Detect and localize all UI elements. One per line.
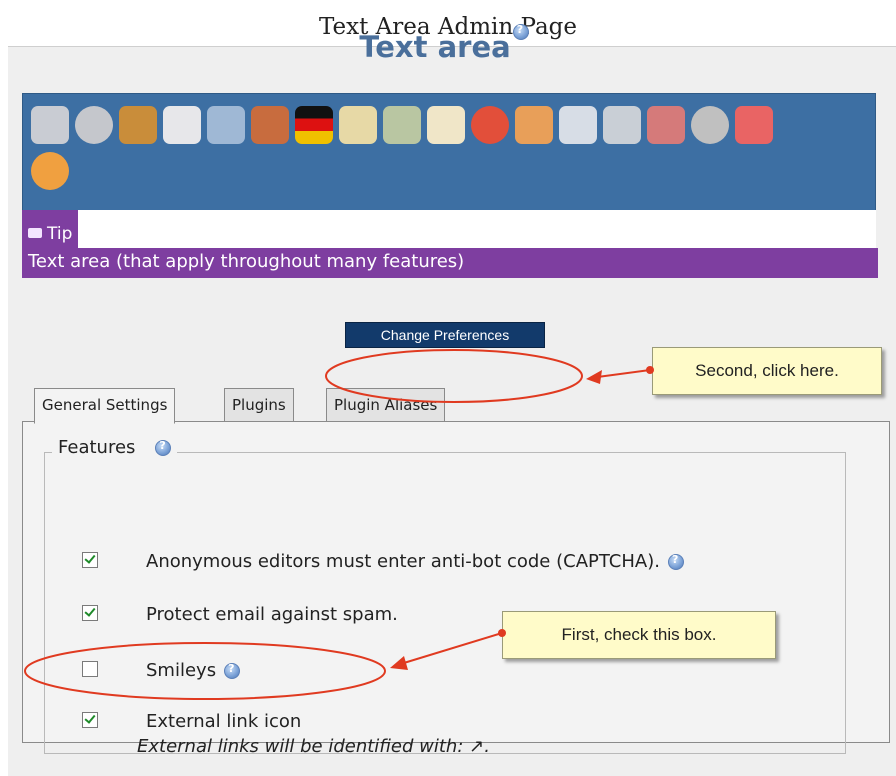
window-icon[interactable] xyxy=(251,106,289,144)
help-icon[interactable] xyxy=(667,553,684,570)
tip-bar: Tip xyxy=(22,210,876,248)
callout-first: First, check this box. xyxy=(502,611,776,659)
help-icon[interactable] xyxy=(155,439,172,456)
tab-general-settings[interactable]: General Settings xyxy=(34,388,176,424)
tip-text: Text area (that apply throughout many fe… xyxy=(22,248,878,278)
power-icon[interactable] xyxy=(75,106,113,144)
admin-toolbar xyxy=(22,93,876,211)
callout-second: Second, click here. xyxy=(652,347,882,395)
plugins-icon[interactable] xyxy=(647,106,685,144)
document-icon[interactable] xyxy=(559,106,597,144)
smileys-label: Smileys xyxy=(146,660,217,681)
external-link-label: External link icon xyxy=(146,711,302,732)
hourglass-icon[interactable] xyxy=(163,106,201,144)
notepad-icon[interactable] xyxy=(339,106,377,144)
door-exit-icon[interactable] xyxy=(119,106,157,144)
tab-plugins[interactable]: Plugins xyxy=(224,388,294,422)
tab-plugin-aliases[interactable]: Plugin Aliases xyxy=(326,388,446,422)
arrow-right-icon[interactable] xyxy=(31,152,69,190)
page-title-text: Text area xyxy=(359,30,511,64)
map-icon[interactable] xyxy=(383,106,421,144)
book-icon xyxy=(28,228,42,238)
feature-smileys: Smileys xyxy=(82,660,241,681)
database-icon[interactable] xyxy=(603,106,641,144)
features-legend: Features xyxy=(52,437,178,458)
external-link-note: External links will be identified with: … xyxy=(137,736,490,757)
brain-icon[interactable] xyxy=(691,106,729,144)
german-flag-icon[interactable] xyxy=(295,106,333,144)
help-icon[interactable] xyxy=(224,662,241,679)
feature-captcha: Anonymous editors must enter anti-bot co… xyxy=(82,551,684,572)
protect-email-checkbox[interactable] xyxy=(82,605,98,621)
users-icon[interactable] xyxy=(515,106,553,144)
feature-external-link: External link icon xyxy=(82,711,301,732)
picture-frame-icon[interactable] xyxy=(207,106,245,144)
spin-icon[interactable] xyxy=(735,106,773,144)
mail-icon[interactable] xyxy=(427,106,465,144)
captcha-label: Anonymous editors must enter anti-bot co… xyxy=(146,551,660,572)
external-link-checkbox[interactable] xyxy=(82,712,98,728)
features-legend-text: Features xyxy=(58,437,136,458)
change-preferences-button[interactable]: Change Preferences xyxy=(345,322,545,348)
captcha-checkbox[interactable] xyxy=(82,552,98,568)
admin-tools-icon[interactable] xyxy=(31,106,69,144)
tip-label-text: Tip xyxy=(47,224,73,244)
help-icon[interactable] xyxy=(512,23,529,40)
page-title: Text area xyxy=(0,23,888,64)
features-fieldset xyxy=(44,452,846,754)
globe-icon[interactable] xyxy=(471,106,509,144)
protect-email-label: Protect email against spam. xyxy=(146,604,398,625)
smileys-checkbox[interactable] xyxy=(82,661,98,677)
feature-protect-email: Protect email against spam. xyxy=(82,604,398,625)
tip-label: Tip xyxy=(22,210,79,248)
